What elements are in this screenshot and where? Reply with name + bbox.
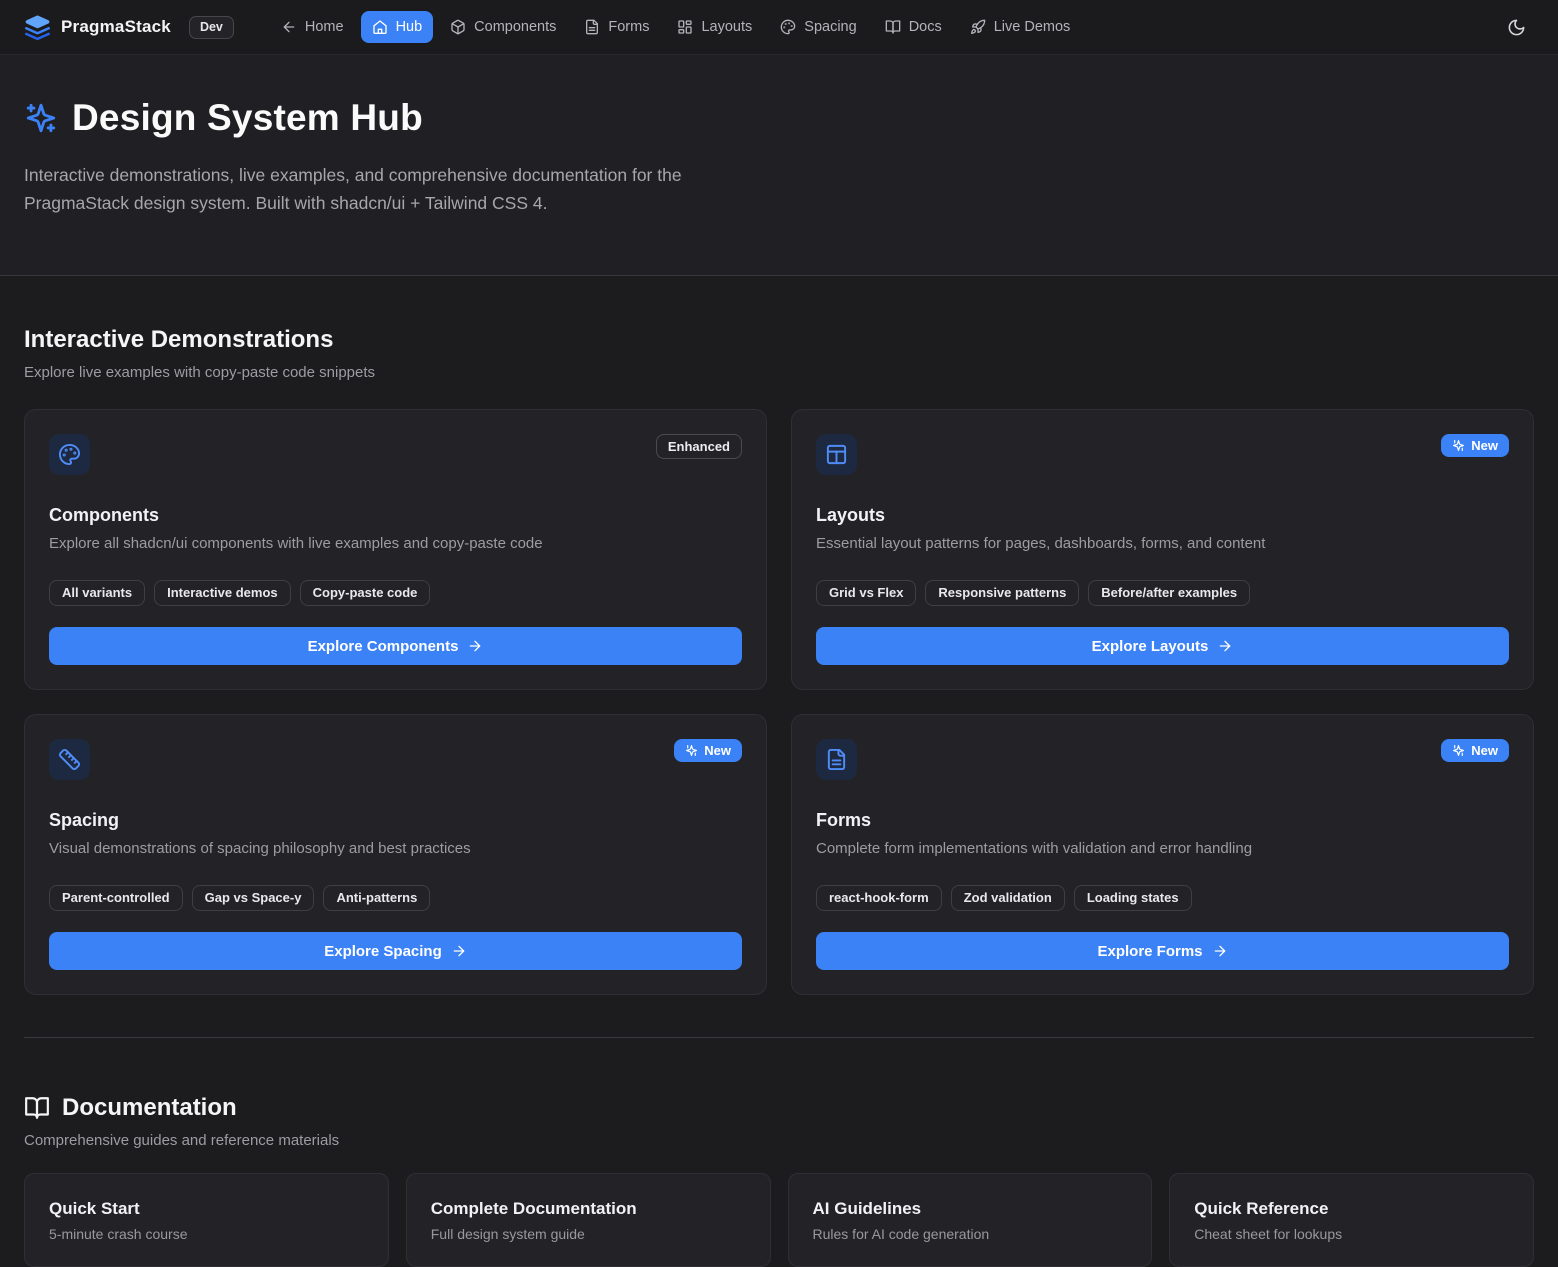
tag: Interactive demos: [154, 580, 291, 606]
new-badge: New: [1441, 739, 1509, 762]
nav-item-spacing[interactable]: Spacing: [769, 11, 867, 43]
arrow-left-icon: [281, 19, 297, 35]
sparkles-icon: [24, 101, 58, 135]
nav-items: Home Hub Components Forms Layouts: [270, 11, 1081, 43]
demo-card-grid: Enhanced Components Explore all shadcn/u…: [24, 409, 1534, 995]
tag: react-hook-form: [816, 885, 942, 911]
palette-icon: [49, 434, 90, 475]
nav-item-label: Home: [305, 19, 344, 35]
doc-card-description: Cheat sheet for lookups: [1194, 1226, 1509, 1242]
doc-card-title: AI Guidelines: [813, 1199, 1128, 1219]
tag: Before/after examples: [1088, 580, 1250, 606]
nav-item-label: Layouts: [701, 19, 752, 35]
tag: Copy-paste code: [300, 580, 431, 606]
main-content: Interactive Demonstrations Explore live …: [0, 276, 1558, 1267]
nav-item-hub[interactable]: Hub: [361, 11, 434, 43]
palette-icon: [780, 19, 796, 35]
doc-card-title: Complete Documentation: [431, 1199, 746, 1219]
doc-card-quick-reference[interactable]: Quick Reference Cheat sheet for lookups: [1169, 1173, 1534, 1267]
explore-forms-button[interactable]: Explore Forms: [816, 932, 1509, 970]
layers-logo-icon: [24, 14, 51, 41]
doc-card-ai-guidelines[interactable]: AI Guidelines Rules for AI code generati…: [788, 1173, 1153, 1267]
nav-item-label: Docs: [909, 19, 942, 35]
nav-item-label: Live Demos: [994, 19, 1071, 35]
doc-card-complete-documentation[interactable]: Complete Documentation Full design syste…: [406, 1173, 771, 1267]
doc-card-title: Quick Start: [49, 1199, 364, 1219]
card-description: Essential layout patterns for pages, das…: [816, 535, 1509, 552]
brand[interactable]: PragmaStack Dev: [24, 14, 234, 41]
card-description: Complete form implementations with valid…: [816, 840, 1509, 857]
dev-badge: Dev: [189, 16, 234, 39]
documentation-subheading: Comprehensive guides and reference mater…: [24, 1132, 1534, 1149]
page-subtitle: Interactive demonstrations, live example…: [24, 161, 774, 217]
card-title: Components: [49, 505, 742, 526]
tag: All variants: [49, 580, 145, 606]
doc-card-description: Full design system guide: [431, 1226, 746, 1242]
demo-card-spacing: New Spacing Visual demonstrations of spa…: [24, 714, 767, 995]
nav-item-label: Hub: [396, 19, 423, 35]
hero-section: Design System Hub Interactive demonstrat…: [0, 55, 1558, 276]
rocket-icon: [970, 19, 986, 35]
page-title: Design System Hub: [72, 97, 423, 139]
tag: Parent-controlled: [49, 885, 183, 911]
nav-item-home[interactable]: Home: [270, 11, 355, 43]
tag: Loading states: [1074, 885, 1192, 911]
demos-section: Interactive Demonstrations Explore live …: [24, 276, 1534, 995]
card-title: Layouts: [816, 505, 1509, 526]
arrow-right-icon: [1217, 638, 1233, 654]
demos-heading: Interactive Demonstrations: [24, 326, 1534, 354]
tag: Anti-patterns: [323, 885, 430, 911]
new-badge: New: [1441, 434, 1509, 457]
home-icon: [372, 19, 388, 35]
file-text-icon: [816, 739, 857, 780]
package-icon: [450, 19, 466, 35]
doc-card-title: Quick Reference: [1194, 1199, 1509, 1219]
nav-item-layouts[interactable]: Layouts: [666, 11, 763, 43]
tag: Grid vs Flex: [816, 580, 916, 606]
nav-item-docs[interactable]: Docs: [874, 11, 953, 43]
nav-item-label: Spacing: [804, 19, 856, 35]
tag: Gap vs Space-y: [192, 885, 315, 911]
new-badge: New: [674, 739, 742, 762]
nav-item-live-demos[interactable]: Live Demos: [959, 11, 1082, 43]
arrow-right-icon: [451, 943, 467, 959]
demos-subheading: Explore live examples with copy-paste co…: [24, 364, 1534, 381]
documentation-heading: Documentation: [62, 1094, 237, 1122]
nav-item-components[interactable]: Components: [439, 11, 567, 43]
explore-components-button[interactable]: Explore Components: [49, 627, 742, 665]
explore-layouts-button[interactable]: Explore Layouts: [816, 627, 1509, 665]
doc-card-quick-start[interactable]: Quick Start 5-minute crash course: [24, 1173, 389, 1267]
moon-icon: [1507, 18, 1526, 37]
tag: Responsive patterns: [925, 580, 1079, 606]
demo-card-forms: New Forms Complete form implementations …: [791, 714, 1534, 995]
card-title: Forms: [816, 810, 1509, 831]
layout-grid-icon: [677, 19, 693, 35]
card-description: Visual demonstrations of spacing philoso…: [49, 840, 742, 857]
book-open-icon: [24, 1095, 50, 1121]
doc-card-description: Rules for AI code generation: [813, 1226, 1128, 1242]
doc-card-grid: Quick Start 5-minute crash course Comple…: [24, 1173, 1534, 1267]
book-open-icon: [885, 19, 901, 35]
panel-layout-icon: [816, 434, 857, 475]
explore-spacing-button[interactable]: Explore Spacing: [49, 932, 742, 970]
ruler-icon: [49, 739, 90, 780]
navbar: PragmaStack Dev Home Hub Components Fo: [0, 0, 1558, 55]
tag: Zod validation: [951, 885, 1065, 911]
arrow-right-icon: [467, 638, 483, 654]
card-title: Spacing: [49, 810, 742, 831]
arrow-right-icon: [1212, 943, 1228, 959]
nav-item-label: Forms: [608, 19, 649, 35]
documentation-section: Documentation Comprehensive guides and r…: [24, 1038, 1534, 1267]
demo-card-layouts: New Layouts Essential layout patterns fo…: [791, 409, 1534, 690]
brand-name: PragmaStack: [61, 17, 171, 37]
file-text-icon: [584, 19, 600, 35]
doc-card-description: 5-minute crash course: [49, 1226, 364, 1242]
nav-item-forms[interactable]: Forms: [573, 11, 660, 43]
nav-item-label: Components: [474, 19, 556, 35]
enhanced-badge: Enhanced: [656, 434, 742, 459]
theme-toggle-button[interactable]: [1498, 9, 1534, 45]
card-description: Explore all shadcn/ui components with li…: [49, 535, 742, 552]
demo-card-components: Enhanced Components Explore all shadcn/u…: [24, 409, 767, 690]
